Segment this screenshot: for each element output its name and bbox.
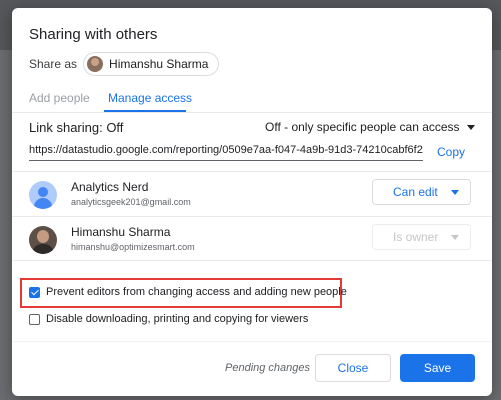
role-dropdown[interactable]: Can edit — [372, 179, 471, 205]
divider — [12, 260, 492, 261]
role-label: Is owner — [393, 230, 439, 244]
pending-changes-text: Pending changes — [225, 362, 311, 374]
avatar — [29, 226, 57, 254]
person-name: Analytics Nerd — [71, 180, 149, 194]
people-list: Analytics Nerd analyticsgeek201@gmail.co… — [12, 171, 492, 261]
list-item: Himanshu Sharma himanshu@optimizesmart.c… — [12, 216, 492, 261]
person-name: Himanshu Sharma — [71, 225, 171, 239]
sharing-dialog: Sharing with others Share as Himanshu Sh… — [12, 8, 492, 396]
person-email: analyticsgeek201@gmail.com — [71, 197, 191, 207]
tab-bar: Add people Manage access — [12, 84, 492, 113]
caret-down-icon — [451, 190, 459, 195]
close-button[interactable]: Close — [315, 354, 391, 382]
divider — [12, 341, 492, 342]
list-item: Analytics Nerd analyticsgeek201@gmail.co… — [12, 172, 492, 216]
option-label: Prevent editors from changing access and… — [46, 286, 347, 298]
role-dropdown-disabled: Is owner — [372, 224, 471, 250]
share-as-chip[interactable]: Himanshu Sharma — [83, 52, 220, 76]
link-sharing-dropdown[interactable]: Off - only specific people can access — [265, 120, 475, 134]
tab-add-people[interactable]: Add people — [29, 91, 90, 105]
caret-down-icon — [466, 125, 475, 131]
link-sharing-option: Off - only specific people can access — [265, 120, 460, 134]
active-tab-indicator — [104, 110, 186, 112]
save-button[interactable]: Save — [400, 354, 475, 382]
share-as-row: Share as Himanshu Sharma — [29, 52, 220, 76]
dialog-title: Sharing with others — [29, 26, 158, 43]
option-disable-downloading[interactable]: Disable downloading, printing and copyin… — [29, 313, 308, 325]
share-as-user: Himanshu Sharma — [109, 57, 209, 71]
share-as-label: Share as — [29, 57, 78, 71]
caret-down-icon — [451, 235, 459, 240]
checkbox-checked[interactable] — [29, 286, 40, 298]
person-email: himanshu@optimizesmart.com — [71, 242, 195, 252]
generic-person-icon — [29, 181, 57, 209]
role-label: Can edit — [393, 185, 438, 199]
option-prevent-editors[interactable]: Prevent editors from changing access and… — [29, 286, 347, 298]
avatar — [87, 56, 104, 72]
option-label: Disable downloading, printing and copyin… — [46, 313, 309, 325]
link-sharing-status: Link sharing: Off — [29, 120, 124, 135]
share-url-field[interactable]: https://datastudio.google.com/reporting/… — [29, 144, 423, 161]
tab-manage-access[interactable]: Manage access — [108, 91, 192, 105]
checkbox-unchecked[interactable] — [29, 313, 40, 325]
copy-link-button[interactable]: Copy — [437, 145, 465, 159]
